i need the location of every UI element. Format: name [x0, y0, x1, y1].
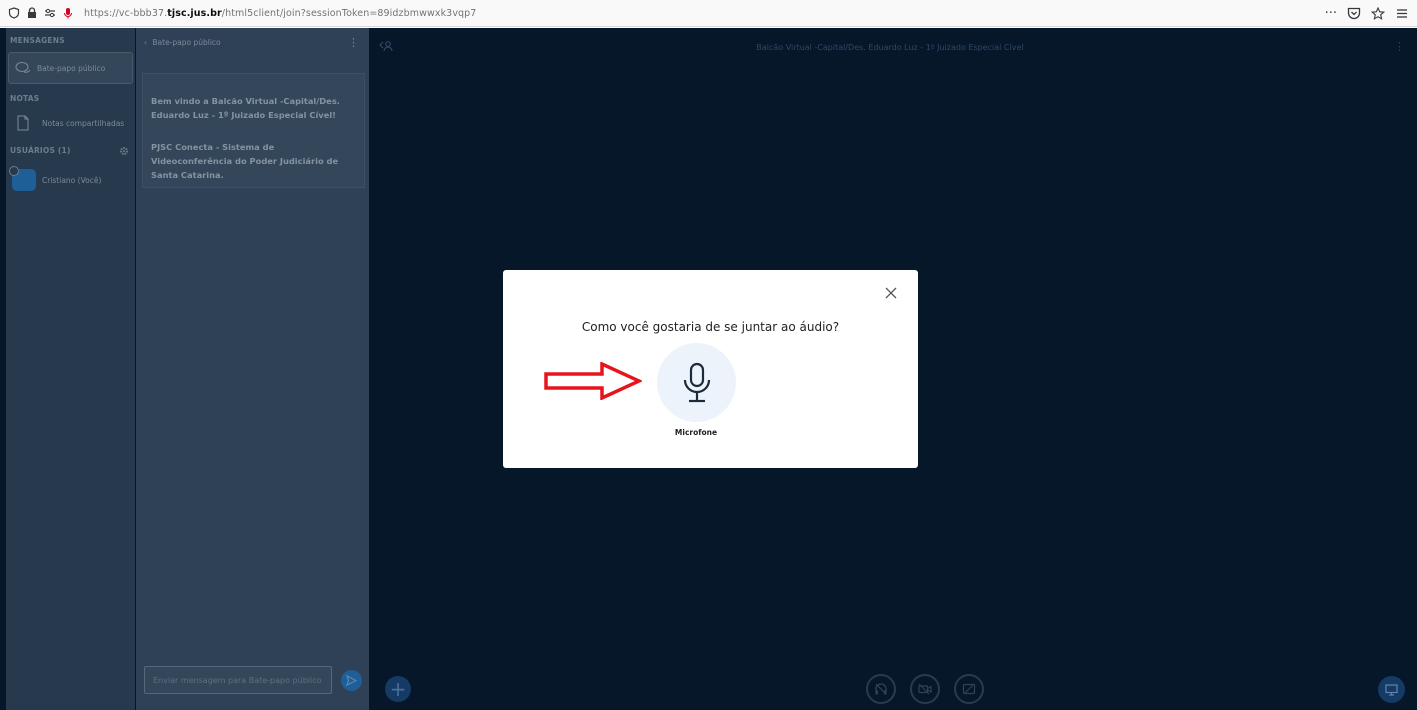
welcome-message-line-1: Bem vindo a Balcão Virtual -Capital/Des.… — [151, 96, 340, 120]
notes-heading: NOTAS — [10, 94, 40, 103]
chat-message-input[interactable]: Enviar mensagem para Bate-papo público — [144, 666, 332, 694]
hamburger-menu-icon[interactable] — [1395, 7, 1409, 20]
screen-share-icon — [962, 683, 976, 695]
meeting-title: Balcão Virtual -Capital/Des. Eduardo Luz… — [756, 43, 1024, 52]
document-icon — [17, 115, 29, 131]
permissions-icon[interactable] — [44, 7, 56, 19]
url-domain: tjsc.jus.br — [167, 7, 222, 19]
red-arrow-annotation — [544, 362, 642, 400]
lock-icon[interactable] — [26, 7, 38, 19]
microphone-icon — [683, 362, 710, 402]
options-kebab-icon[interactable]: ⋮ — [1394, 40, 1405, 53]
share-webcam-button[interactable] — [910, 674, 940, 704]
users-heading: USUÁRIOS (1) — [10, 146, 71, 155]
chat-bubbles-icon — [15, 62, 31, 73]
public-chat-item[interactable]: Bate-papo público — [8, 52, 133, 84]
shield-icon[interactable] — [8, 7, 20, 19]
url-prefix: https://vc-bbb37. — [84, 7, 168, 19]
join-audio-modal: Como você gostaria de se juntar ao áudio… — [503, 270, 918, 468]
microphone-active-icon[interactable] — [62, 7, 74, 19]
url-suffix: /html5client/join?sessionToken=89idzbmww… — [221, 7, 477, 19]
restore-presentation-button[interactable] — [1378, 676, 1405, 703]
plus-icon: + — [389, 677, 407, 701]
browser-toolbar: https://vc-bbb37.tjsc.jus.br/html5client… — [0, 0, 1417, 27]
actions-plus-button[interactable]: + — [385, 676, 411, 702]
public-chat-label: Bate-papo público — [37, 63, 106, 73]
microphone-button[interactable] — [657, 343, 736, 422]
microphone-label: Microfone — [674, 428, 718, 437]
shared-notes-item[interactable]: Notas compartilhadas — [10, 108, 132, 138]
headphones-off-icon — [875, 683, 887, 695]
avatar — [9, 166, 36, 191]
messages-heading: MENSAGENS — [10, 36, 65, 45]
share-screen-button[interactable] — [954, 674, 984, 704]
pocket-icon[interactable] — [1347, 7, 1361, 20]
shared-notes-label: Notas compartilhadas — [42, 118, 125, 128]
presentation-icon — [1385, 683, 1398, 696]
send-message-button[interactable] — [341, 670, 362, 691]
chat-panel-header[interactable]: ‹ Bate-papo público — [144, 38, 221, 47]
gear-icon[interactable] — [119, 146, 129, 156]
join-audio-button[interactable] — [866, 674, 896, 704]
users-header: USUÁRIOS (1) — [6, 146, 135, 156]
public-chat-panel: ‹ Bate-papo público ⋮ Bem vindo a Balcão… — [136, 28, 369, 710]
chevron-left-icon: ‹ — [144, 38, 147, 47]
user-list-item[interactable]: Cristiano (Você) — [9, 166, 132, 194]
chat-panel-title: Bate-papo público — [152, 38, 221, 47]
send-icon — [346, 675, 357, 686]
chat-options-kebab-icon[interactable]: ⋮ — [348, 36, 359, 49]
close-icon[interactable] — [884, 286, 898, 300]
welcome-message-line-2: PJSC Conecta - Sistema de Videoconferênc… — [151, 142, 339, 180]
user-name: Cristiano (Você) — [42, 175, 102, 185]
modal-title: Como você gostaria de se juntar ao áudio… — [581, 320, 840, 334]
welcome-message: Bem vindo a Balcão Virtual -Capital/Des.… — [142, 73, 365, 188]
address-bar-url[interactable]: https://vc-bbb37.tjsc.jus.br/html5client… — [84, 8, 476, 19]
user-list-panel: MENSAGENS Bate-papo público NOTAS Notas … — [6, 28, 135, 710]
bookmark-star-icon[interactable] — [1371, 7, 1385, 20]
page-actions-menu[interactable]: ··· — [1325, 6, 1337, 21]
camera-off-icon — [918, 683, 932, 695]
